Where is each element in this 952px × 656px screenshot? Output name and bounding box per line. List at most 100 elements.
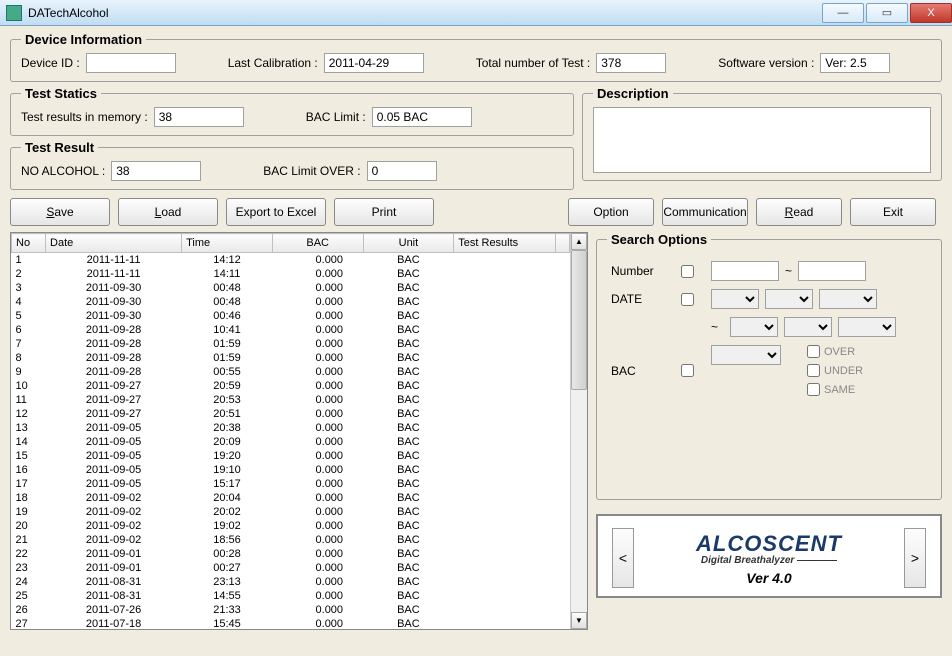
communication-button[interactable]: Communication: [662, 198, 748, 226]
minimize-button[interactable]: —: [822, 3, 864, 23]
test-result-legend: Test Result: [21, 140, 98, 155]
search-number-to[interactable]: [798, 261, 866, 281]
total-tests-label: Total number of Test :: [476, 56, 591, 70]
search-date-from-d[interactable]: [819, 289, 877, 309]
scroll-thumb[interactable]: [571, 250, 587, 390]
search-date-label: DATE: [611, 292, 671, 306]
col-spacer: [556, 234, 570, 253]
table-row[interactable]: 52011-09-3000:460.000BAC: [12, 309, 570, 323]
maximize-button[interactable]: ▭: [866, 3, 908, 23]
table-row[interactable]: 122011-09-2720:510.000BAC: [12, 407, 570, 421]
exit-button[interactable]: Exit: [850, 198, 936, 226]
save-button[interactable]: Save: [10, 198, 110, 226]
bac-over-check[interactable]: [807, 345, 820, 358]
col-date[interactable]: Date: [46, 234, 182, 253]
search-date-from-m[interactable]: [765, 289, 813, 309]
no-alcohol-field[interactable]: [111, 161, 201, 181]
table-row[interactable]: 132011-09-0520:380.000BAC: [12, 421, 570, 435]
table-row[interactable]: 172011-09-0515:170.000BAC: [12, 477, 570, 491]
table-row[interactable]: 262011-07-2621:330.000BAC: [12, 603, 570, 617]
table-row[interactable]: 242011-08-3123:130.000BAC: [12, 575, 570, 589]
col-unit[interactable]: Unit: [363, 234, 454, 253]
table-row[interactable]: 32011-09-3000:480.000BAC: [12, 281, 570, 295]
table-row[interactable]: 102011-09-2720:590.000BAC: [12, 379, 570, 393]
col-results[interactable]: Test Results: [454, 234, 556, 253]
table-row[interactable]: 12011-11-1114:120.000BAC: [12, 253, 570, 268]
bac-limit-label: BAC Limit :: [306, 110, 366, 124]
total-tests-field[interactable]: [596, 53, 666, 73]
table-row[interactable]: 142011-09-0520:090.000BAC: [12, 435, 570, 449]
close-button[interactable]: X: [910, 3, 952, 23]
device-id-field[interactable]: [86, 53, 176, 73]
description-legend: Description: [593, 86, 673, 101]
sw-version-label: Software version :: [718, 56, 814, 70]
results-table-wrap: No Date Time BAC Unit Test Results 12011…: [10, 232, 588, 630]
table-row[interactable]: 152011-09-0519:200.000BAC: [12, 449, 570, 463]
search-date-check[interactable]: [681, 293, 694, 306]
table-row[interactable]: 182011-09-0220:040.000BAC: [12, 491, 570, 505]
search-number-from[interactable]: [711, 261, 779, 281]
table-row[interactable]: 212011-09-0218:560.000BAC: [12, 533, 570, 547]
scroll-down-icon[interactable]: ▼: [571, 612, 587, 629]
search-options-group: Search Options Number ~ DATE: [596, 232, 942, 500]
logo-version: Ver 4.0: [696, 570, 842, 586]
table-row[interactable]: 162011-09-0519:100.000BAC: [12, 463, 570, 477]
device-info-group: Device Information Device ID : Last Cali…: [10, 32, 942, 82]
tilde-label: ~: [785, 264, 792, 278]
bac-limit-field[interactable]: [372, 107, 472, 127]
search-bac-select[interactable]: [711, 345, 781, 365]
results-table[interactable]: No Date Time BAC Unit Test Results 12011…: [11, 233, 570, 629]
test-statics-legend: Test Statics: [21, 86, 101, 101]
table-row[interactable]: 192011-09-0220:020.000BAC: [12, 505, 570, 519]
table-row[interactable]: 272011-07-1815:450.000BAC: [12, 617, 570, 629]
print-button[interactable]: Print: [334, 198, 434, 226]
bac-same-check[interactable]: [807, 383, 820, 396]
bac-under-check[interactable]: [807, 364, 820, 377]
table-row[interactable]: 92011-09-2800:550.000BAC: [12, 365, 570, 379]
col-time[interactable]: Time: [182, 234, 273, 253]
export-button[interactable]: Export to Excel: [226, 198, 326, 226]
read-button[interactable]: Read: [756, 198, 842, 226]
search-options-legend: Search Options: [607, 232, 711, 247]
search-bac-check[interactable]: [681, 364, 694, 377]
search-date-to-m[interactable]: [784, 317, 832, 337]
device-info-legend: Device Information: [21, 32, 146, 47]
table-row[interactable]: 82011-09-2801:590.000BAC: [12, 351, 570, 365]
window-title: DATechAlcohol: [28, 6, 820, 20]
search-bac-label: BAC: [611, 364, 671, 378]
no-alcohol-label: NO ALCOHOL :: [21, 164, 105, 178]
table-row[interactable]: 22011-11-1114:110.000BAC: [12, 267, 570, 281]
logo-next-button[interactable]: >: [904, 528, 926, 588]
table-row[interactable]: 62011-09-2810:410.000BAC: [12, 323, 570, 337]
device-id-label: Device ID :: [21, 56, 80, 70]
table-row[interactable]: 252011-08-3114:550.000BAC: [12, 589, 570, 603]
search-date-to-d[interactable]: [838, 317, 896, 337]
search-date-from-y[interactable]: [711, 289, 759, 309]
tilde-label-2: ~: [711, 320, 718, 334]
table-scrollbar[interactable]: ▲ ▼: [570, 233, 587, 629]
col-bac[interactable]: BAC: [272, 234, 363, 253]
table-row[interactable]: 112011-09-2720:530.000BAC: [12, 393, 570, 407]
description-text[interactable]: [593, 107, 931, 173]
test-result-group: Test Result NO ALCOHOL : BAC Limit OVER …: [10, 140, 574, 190]
titlebar: DATechAlcohol — ▭ X: [0, 0, 952, 26]
last-cal-label: Last Calibration :: [228, 56, 318, 70]
logo-prev-button[interactable]: <: [612, 528, 634, 588]
search-date-to-y[interactable]: [730, 317, 778, 337]
sw-version-field[interactable]: [820, 53, 890, 73]
table-row[interactable]: 232011-09-0100:270.000BAC: [12, 561, 570, 575]
option-button[interactable]: Option: [568, 198, 654, 226]
last-cal-field[interactable]: [324, 53, 424, 73]
table-row[interactable]: 72011-09-2801:590.000BAC: [12, 337, 570, 351]
load-button[interactable]: Load: [118, 198, 218, 226]
test-statics-group: Test Statics Test results in memory : BA…: [10, 86, 574, 136]
table-row[interactable]: 222011-09-0100:280.000BAC: [12, 547, 570, 561]
table-row[interactable]: 42011-09-3000:480.000BAC: [12, 295, 570, 309]
scroll-up-icon[interactable]: ▲: [571, 233, 587, 250]
table-row[interactable]: 202011-09-0219:020.000BAC: [12, 519, 570, 533]
search-number-check[interactable]: [681, 265, 694, 278]
bac-over-field[interactable]: [367, 161, 437, 181]
logo-name: ALCOSCENT: [696, 531, 842, 557]
col-no[interactable]: No: [12, 234, 46, 253]
mem-field[interactable]: [154, 107, 244, 127]
